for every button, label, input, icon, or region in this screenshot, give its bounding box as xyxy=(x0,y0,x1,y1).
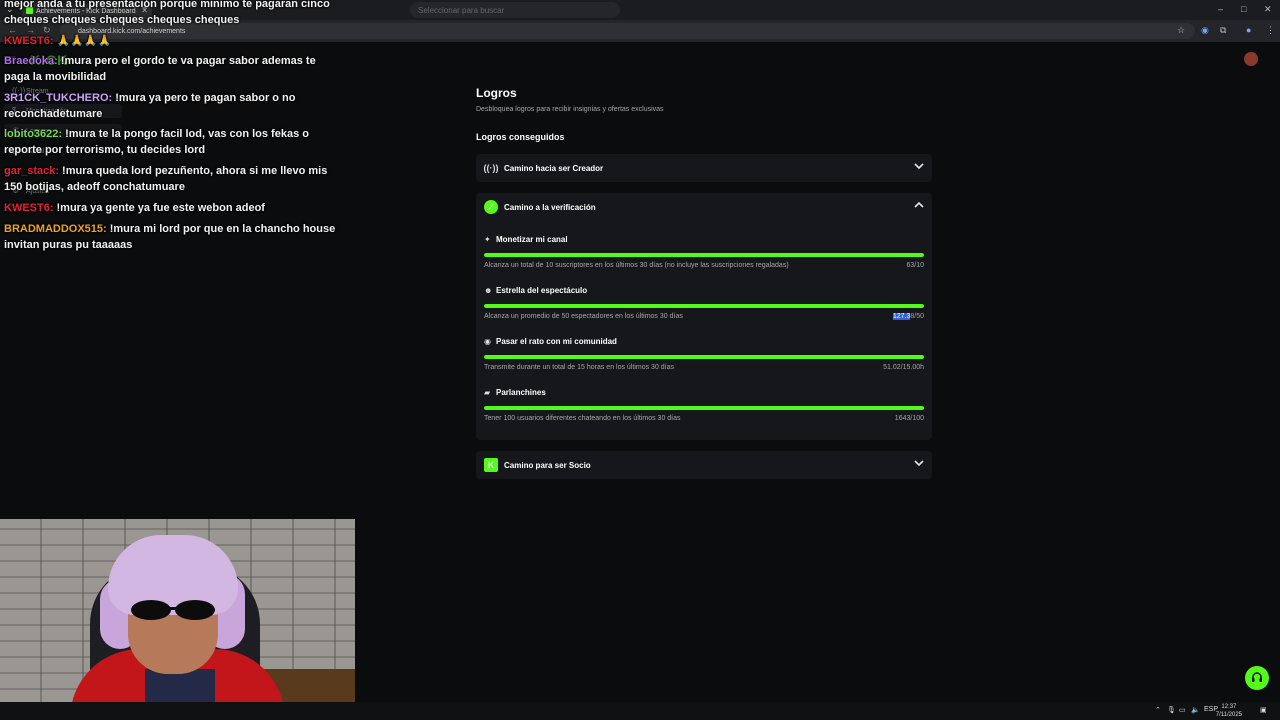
chevron-down-icon[interactable] xyxy=(914,161,924,171)
verified-badge-icon: ✓ xyxy=(484,200,498,214)
progress-bar xyxy=(484,304,924,308)
task-description: Transmite durante un total de 15 horas e… xyxy=(484,364,675,371)
progress-fill xyxy=(484,355,924,359)
task-item: ▰ Parlanchines Tener 100 usuarios difere… xyxy=(484,384,924,434)
mic-icon[interactable]: 🎙 xyxy=(1167,706,1176,714)
card-header[interactable]: ((·)) Camino hacia ser Creador xyxy=(476,154,932,182)
progress-bar xyxy=(484,253,924,257)
chat-message: Braedoka: !mura pero el gordo te va pagar… xyxy=(4,53,344,85)
notifications-icon[interactable]: ▣ xyxy=(1260,706,1267,714)
selected-text[interactable]: 127.3 xyxy=(892,313,911,320)
task-name: Monetizar mi canal xyxy=(496,235,568,244)
card-header[interactable]: K Camino para ser Socio xyxy=(476,451,932,479)
clock-time: 12:37 xyxy=(1221,704,1237,710)
task-name: Pasar el rato con mi comunidad xyxy=(496,337,617,346)
task-value: 51.02/15.00h xyxy=(883,364,924,371)
card-header[interactable]: ✓ Camino a la verificación xyxy=(476,193,932,221)
chat-username: lobito3622: xyxy=(4,128,63,140)
screen: ⌄ Achievements - Kick Dashboard ✕ + Sele… xyxy=(0,0,1280,720)
chat-icon: ▰ xyxy=(484,388,491,397)
extensions-icon[interactable]: ⧉ xyxy=(1220,25,1226,36)
task-name: Estrella del espectáculo xyxy=(496,286,588,295)
task-description: Alcanza un total de 10 suscriptores en l… xyxy=(484,262,789,269)
headset-icon xyxy=(1252,672,1262,682)
progress-fill xyxy=(484,406,924,410)
browser-menu-icon[interactable]: ⋮ xyxy=(1266,25,1275,36)
chat-message: BRADMADDOX515: !mura mi lord por que en l… xyxy=(4,221,344,253)
task-description: Tener 100 usuarios diferentes chateando … xyxy=(484,415,681,422)
chat-username: BRADMADDOX515: xyxy=(4,223,107,235)
os-taskbar: ⌃ 🎙 ▭ 🔈 ESP 12:37 7/11/2025 ▣ xyxy=(0,702,1280,720)
system-clock[interactable]: 12:37 7/11/2025 xyxy=(1216,703,1242,719)
minimize-button[interactable]: – xyxy=(1218,4,1223,14)
maximize-button[interactable]: □ xyxy=(1241,4,1246,14)
card-title: Camino hacia ser Creador xyxy=(504,163,604,173)
task-item: ◉ Pasar el rato con mi comunidad Transmi… xyxy=(484,333,924,383)
chat-message: mejor anda a tu presentación porque mini… xyxy=(4,0,344,28)
achievement-card-socio[interactable]: K Camino para ser Socio xyxy=(476,451,932,479)
progress-fill xyxy=(484,253,924,257)
task-description: Alcanza un promedio de 50 espectadores e… xyxy=(484,313,683,320)
clock-date: 7/11/2025 xyxy=(1215,712,1242,718)
close-window-button[interactable]: ✕ xyxy=(1264,4,1272,15)
chat-message: gar_stack: !mura queda lord pezuñento, ah… xyxy=(4,163,344,195)
kick-logo-icon: K xyxy=(484,458,498,472)
chat-text: mejor anda a tu presentación porque mini… xyxy=(4,0,330,26)
webcam-feed xyxy=(0,519,355,720)
chat-username: KWEST6: xyxy=(4,35,54,47)
tab-search-hint: Seleccionar para buscar xyxy=(410,2,620,18)
task-value: 63/10 xyxy=(906,262,924,269)
chat-message: KWEST6: 🙏🙏🙏🙏 xyxy=(4,33,344,49)
task-item: ✦ Monetizar mi canal Alcanza un total de… xyxy=(484,231,924,281)
chat-message: KWEST6: !mura ya gente ya fue este webon … xyxy=(4,200,344,216)
audio-icon[interactable]: ◉ xyxy=(1201,25,1209,36)
chevron-down-icon[interactable] xyxy=(914,458,924,468)
achievement-card-creador[interactable]: ((·)) Camino hacia ser Creador xyxy=(476,154,932,182)
progress-bar xyxy=(484,355,924,359)
progress-fill xyxy=(484,304,924,308)
task-value-rest: 8/50 xyxy=(910,313,924,320)
task-item: ☻ Estrella del espectáculo Alcanza un pr… xyxy=(484,282,924,332)
achievement-card-verificacion: ✓ Camino a la verificación ✦ Monetizar m… xyxy=(476,193,932,440)
support-chat-button[interactable] xyxy=(1245,666,1269,690)
card-title: Camino a la verificación xyxy=(504,202,596,212)
user-avatar[interactable] xyxy=(1244,52,1258,66)
chat-message: 3R1CK_TUKCHERO: !mura ya pero te pagan sa… xyxy=(4,90,344,122)
chevron-up-icon[interactable] xyxy=(914,200,924,210)
card-title: Camino para ser Socio xyxy=(504,460,591,470)
sparkle-icon: ✦ xyxy=(484,235,491,244)
task-value: 1643/100 xyxy=(894,415,924,422)
tray-chevron-icon[interactable]: ⌃ xyxy=(1155,706,1161,714)
chat-text: !mura ya gente ya fue este webon adeof xyxy=(56,202,265,214)
chat-username: KWEST6: xyxy=(4,202,54,214)
network-icon[interactable]: ▭ xyxy=(1179,706,1186,714)
progress-bar xyxy=(484,406,924,410)
volume-icon[interactable]: 🔈 xyxy=(1191,706,1200,714)
chat-message: lobito3622: !mura te la pongo facil lod, … xyxy=(4,126,344,158)
chat-username: Braedoka: xyxy=(4,55,58,67)
users-icon: ☻ xyxy=(484,286,493,295)
page-title: Logros xyxy=(476,86,517,100)
section-title: Logros conseguidos xyxy=(476,132,565,142)
chat-username: 3R1CK_TUKCHERO: xyxy=(4,92,113,104)
page-subtitle: Desbloquea logros para recibir insignias… xyxy=(476,106,664,113)
task-name: Parlanchines xyxy=(496,388,546,397)
chat-text: 🙏🙏🙏🙏 xyxy=(56,35,112,47)
sunglasses xyxy=(131,600,215,620)
chat-username: gar_stack: xyxy=(4,165,60,177)
search-hint-text: Seleccionar para buscar xyxy=(418,5,505,15)
broadcast-icon: ((·)) xyxy=(483,163,499,173)
bookmark-star-icon[interactable]: ☆ xyxy=(1177,25,1185,36)
task-value: 127.38/50 xyxy=(892,313,924,320)
broadcast-icon: ◉ xyxy=(484,337,491,346)
profile-icon[interactable]: ● xyxy=(1246,25,1251,35)
